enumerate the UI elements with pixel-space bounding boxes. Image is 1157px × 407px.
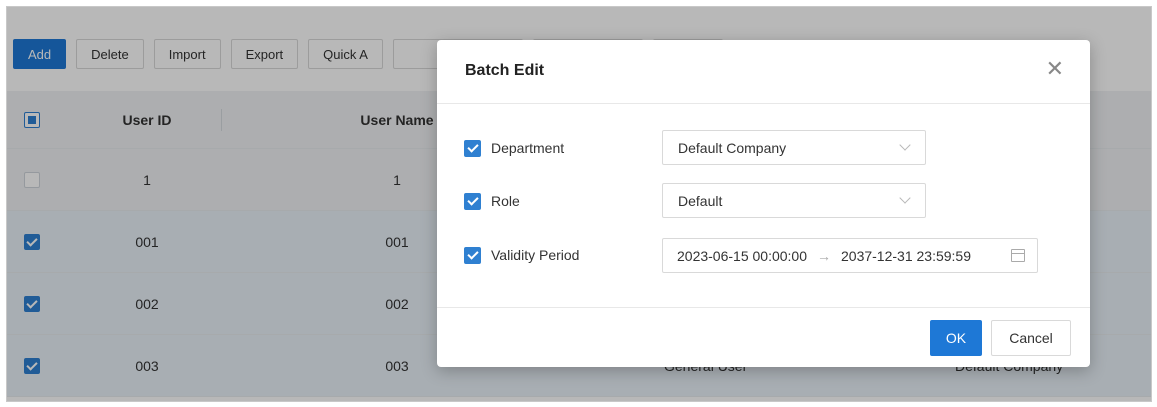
ok-button[interactable]: OK [930, 320, 982, 356]
role-value: Default [678, 192, 723, 209]
validity-end-date[interactable]: 2037-12-31 23:59:59 [841, 248, 971, 264]
role-field: Role [464, 184, 520, 218]
validity-period-label: Validity Period [491, 247, 580, 263]
dialog-footer: OK Cancel [437, 307, 1090, 367]
validity-period-field: Validity Period [464, 238, 579, 272]
role-select[interactable]: Default [662, 183, 926, 218]
department-value: Default Company [678, 139, 787, 156]
department-select[interactable]: Default Company [662, 130, 926, 165]
department-checkbox[interactable] [464, 139, 481, 157]
department-label: Department [491, 140, 565, 156]
validity-start-date[interactable]: 2023-06-15 00:00:00 [677, 248, 807, 264]
department-field: Department [464, 131, 564, 165]
close-icon[interactable]: ✕ [1046, 58, 1064, 80]
calendar-icon[interactable] [1011, 249, 1025, 262]
chevron-down-icon [899, 192, 911, 204]
validity-period-range-picker[interactable]: 2023-06-15 00:00:00 → 2037-12-31 23:59:5… [662, 238, 1038, 273]
role-checkbox[interactable] [464, 192, 481, 210]
dialog-header: Batch Edit ✕ [437, 40, 1090, 104]
role-label: Role [491, 193, 520, 209]
batch-edit-dialog: Batch Edit ✕ Department Default Company … [437, 40, 1090, 367]
validity-period-checkbox[interactable] [464, 246, 481, 264]
dialog-title: Batch Edit [465, 62, 545, 79]
chevron-down-icon [899, 139, 911, 151]
range-arrow-icon: → [817, 247, 831, 264]
cancel-button[interactable]: Cancel [991, 320, 1071, 356]
